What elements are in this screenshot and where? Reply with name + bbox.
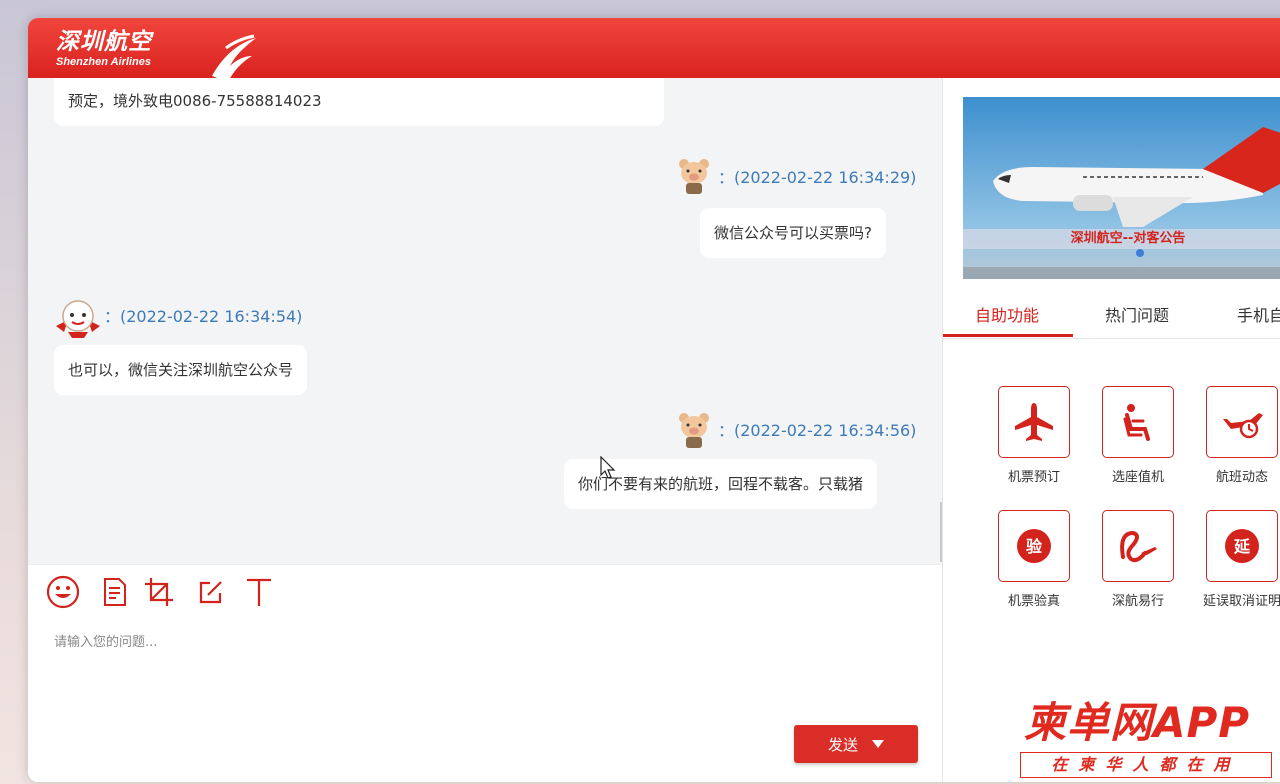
mouse-cursor-icon	[600, 456, 616, 479]
func-label: 选座值机	[1111, 470, 1164, 485]
chat-window: 深圳航空 Shenzhen Airlines 预定，境外致电0086-75588…	[28, 18, 1280, 782]
message-timestamp: ：(2022-02-22 16:34:54)	[104, 307, 303, 326]
func-delay-certificate[interactable]: 延 延误取消证明	[1187, 510, 1280, 620]
brand-name-cn: 深圳航空	[56, 28, 152, 55]
user-pig-avatar-icon	[679, 413, 709, 448]
func-icon-box[interactable]	[1102, 510, 1174, 582]
message-text: 你们不要有来的航班，回程不载客。只载猪	[578, 475, 864, 493]
banner-caption: 深圳航空--对客公告	[963, 229, 1280, 249]
announcement-banner[interactable]: 深圳航空--对客公告	[963, 97, 1280, 279]
brand-logo: 深圳航空 Shenzhen Airlines	[56, 28, 256, 82]
edit-icon[interactable]	[194, 575, 228, 609]
seat-icon	[1123, 404, 1150, 441]
file-icon[interactable]	[98, 575, 132, 609]
delay-cert-icon: 延	[1225, 529, 1259, 563]
composer: 发送	[28, 564, 942, 782]
crop-icon[interactable]	[142, 575, 176, 609]
func-icon-box[interactable]	[1102, 386, 1174, 458]
func-label: 航班动态	[1215, 470, 1268, 485]
bot-message-bubble: 也可以，微信关注深圳航空公众号	[54, 345, 308, 395]
header: 深圳航空 Shenzhen Airlines	[28, 18, 1280, 82]
user-message-bubble: 微信公众号可以买票吗?	[700, 208, 886, 258]
svg-text:验: 验	[1026, 537, 1043, 556]
func-icon-box[interactable]: 验	[998, 510, 1070, 582]
question-input[interactable]	[52, 629, 896, 723]
flight-status-icon	[1223, 413, 1263, 439]
func-label: 延误取消证明	[1202, 594, 1280, 609]
message-text: 预定，境外致电0086-75588814023	[68, 92, 322, 110]
user-pig-avatar-icon	[679, 159, 709, 194]
bot-mascot-avatar-icon	[56, 300, 100, 338]
easy-travel-icon	[1120, 530, 1157, 563]
message-text: 微信公众号可以买票吗?	[714, 224, 872, 242]
airplane-icon	[1015, 403, 1053, 441]
message-timestamp: ：(2022-02-22 16:34:29)	[718, 168, 917, 187]
airplane-photo	[963, 97, 1280, 279]
func-icon-box[interactable]: 延	[1206, 510, 1278, 582]
airline-bird-icon	[212, 34, 256, 82]
message-timestamp: ：(2022-02-22 16:34:56)	[718, 421, 917, 440]
func-label: 深航易行	[1111, 594, 1164, 609]
brand-name-en: Shenzhen Airlines	[56, 56, 151, 68]
function-tabs: 自助功能 热门问题 手机自	[943, 298, 1280, 339]
message-text: 也可以，微信关注深圳航空公众号	[68, 361, 294, 379]
func-label: 机票验真	[1007, 594, 1060, 609]
svg-text:延: 延	[1233, 537, 1251, 556]
watermark-title: 柬单网APP	[1024, 698, 1251, 747]
func-flight-status[interactable]: 航班动态	[1187, 386, 1280, 496]
dropdown-arrow-icon[interactable]	[872, 740, 884, 748]
func-icon-box[interactable]	[1206, 386, 1278, 458]
tab-mobile[interactable]: 手机自	[1237, 304, 1280, 328]
func-seat-checkin[interactable]: 选座值机	[1083, 386, 1187, 496]
tab-self-service[interactable]: 自助功能	[975, 304, 1039, 328]
func-easy-travel[interactable]: 深航易行	[1083, 510, 1187, 620]
verify-icon: 验	[1017, 529, 1051, 563]
right-panel: 深圳航空--对客公告 自助功能 热门问题 手机自 机票预订 选座值机 航班动态 …	[942, 78, 1280, 782]
watermark-subtitle: 在柬华人都在用	[1020, 752, 1272, 778]
send-label: 发送	[827, 735, 858, 754]
bot-message-bubble: 预定，境外致电0086-75588814023	[54, 78, 664, 126]
send-button[interactable]: 发送	[794, 725, 918, 763]
active-tab-underline	[943, 334, 1073, 337]
func-icon-box[interactable]	[998, 386, 1070, 458]
chat-history[interactable]: 预定，境外致电0086-75588814023 ：(2022-02-22 16:…	[28, 78, 942, 564]
watermark: 柬单网APP 在柬华人都在用	[1020, 700, 1280, 784]
func-label: 机票预订	[1007, 470, 1060, 485]
func-ticket-booking[interactable]: 机票预订	[979, 386, 1083, 496]
func-ticket-verify[interactable]: 验 机票验真	[979, 510, 1083, 620]
text-icon[interactable]	[242, 575, 276, 609]
tab-hot-questions[interactable]: 热门问题	[1105, 304, 1169, 328]
emoji-icon[interactable]	[46, 575, 80, 609]
